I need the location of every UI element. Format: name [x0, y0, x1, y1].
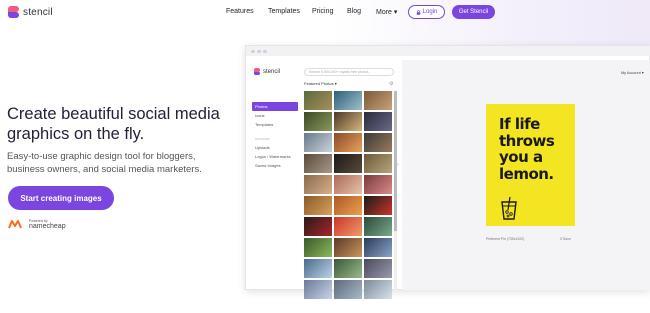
nav-link-blog[interactable]: Blog — [347, 8, 361, 15]
photo-thumbnail[interactable] — [334, 217, 362, 236]
sidebar-item-logos[interactable]: Logos / Watermarks — [252, 152, 298, 161]
gear-icon[interactable]: ⚙ — [389, 81, 393, 87]
photo-thumbnail[interactable] — [364, 259, 392, 278]
stencil-logo-icon — [254, 68, 260, 75]
photo-thumbnail[interactable] — [304, 196, 332, 215]
photo-thumbnail[interactable] — [364, 133, 392, 152]
photo-thumbnail[interactable] — [334, 154, 362, 173]
powered-by-namecheap[interactable]: Powered by namecheap — [8, 218, 66, 230]
nav-more-label: More — [376, 9, 392, 16]
hero-title: Create beautiful social media graphics o… — [7, 105, 220, 143]
photo-thumbnail[interactable] — [364, 280, 392, 299]
photo-thumbnail[interactable] — [304, 133, 332, 152]
chevron-right-icon[interactable]: › — [397, 162, 399, 168]
start-creating-button[interactable]: Start creating images — [8, 186, 114, 210]
save-count-label: 0 Save — [560, 237, 571, 241]
photo-thumbnail[interactable] — [334, 133, 362, 152]
photo-thumbnail[interactable] — [304, 217, 332, 236]
app-preview-window: stencil Search 5,000,000+ royalty free p… — [245, 45, 650, 299]
photo-thumbnail[interactable] — [304, 112, 332, 131]
photo-thumbnail[interactable] — [364, 154, 392, 173]
sidebar-item-saved-images[interactable]: Saved Images — [252, 161, 298, 170]
window-dot-icon — [251, 49, 255, 53]
app-logo-text: stencil — [263, 68, 281, 75]
nav-link-templates[interactable]: Templates — [268, 8, 300, 15]
sidebar-item-uploads[interactable]: Uploads — [252, 143, 298, 152]
namecheap-name: namecheap — [29, 223, 66, 230]
top-nav: stencil Features Templates Pricing Blog … — [0, 0, 650, 26]
window-dot-icon — [263, 49, 267, 53]
nav-more-dropdown[interactable]: More ▾ — [376, 8, 397, 16]
stencil-logo-icon — [8, 6, 19, 18]
namecheap-logo-icon — [8, 219, 22, 228]
my-account-dropdown[interactable]: My Account ▾ — [621, 70, 644, 75]
photo-thumbnail[interactable] — [334, 112, 362, 131]
featured-photos-dropdown[interactable]: Featured Photos ▾ — [304, 81, 337, 86]
photo-thumbnail[interactable] — [364, 217, 392, 236]
lemon-poster[interactable]: If life throws you a lemon. — [486, 104, 575, 226]
app-logo: stencil — [254, 68, 280, 75]
photo-thumbnail[interactable] — [364, 112, 392, 131]
photo-thumbnail[interactable] — [304, 154, 332, 173]
sidebar-item-photos[interactable]: Photos — [252, 102, 298, 111]
photo-grid-scroll-thumb[interactable] — [394, 91, 397, 231]
stencil-logo[interactable]: stencil — [8, 6, 53, 18]
login-label: Login — [422, 9, 438, 15]
lemonade-glass-icon — [501, 196, 517, 220]
photo-thumbnail[interactable] — [304, 280, 332, 299]
window-title-bar — [246, 46, 650, 56]
sidebar-item-icons[interactable]: Icons — [252, 111, 298, 120]
nav-link-pricing[interactable]: Pricing — [312, 8, 333, 15]
get-stencil-button[interactable]: Get Stencil — [452, 5, 495, 19]
photo-search-input[interactable]: Search 5,000,000+ royalty free photos — [304, 68, 394, 76]
photo-grid — [304, 91, 392, 299]
login-button[interactable]: Login — [408, 5, 445, 19]
photo-thumbnail[interactable] — [304, 259, 332, 278]
poster-text: If life throws you a lemon. — [499, 115, 555, 183]
photo-thumbnail[interactable] — [304, 175, 332, 194]
photo-thumbnail[interactable] — [334, 280, 362, 299]
photo-thumbnail[interactable] — [364, 175, 392, 194]
canvas-size-label: Pinterest Pin (735x1102) — [486, 237, 525, 241]
photo-thumbnail[interactable] — [304, 238, 332, 257]
chevron-down-icon: ▾ — [393, 9, 398, 16]
photo-thumbnail[interactable] — [334, 196, 362, 215]
sidebar-item-templates[interactable]: Templates — [252, 120, 298, 129]
photo-thumbnail[interactable] — [364, 91, 392, 110]
account-label: My Account — [621, 71, 641, 75]
photo-thumbnail[interactable] — [304, 91, 332, 110]
photo-thumbnail[interactable] — [334, 259, 362, 278]
photo-thumbnail[interactable] — [364, 238, 392, 257]
logo-text: stencil — [23, 6, 53, 18]
photo-thumbnail[interactable] — [334, 238, 362, 257]
window-dot-icon — [257, 49, 261, 53]
nav-link-features[interactable]: Features — [226, 8, 254, 15]
lock-icon — [416, 9, 420, 15]
hero-subtitle: Easy-to-use graphic design tool for blog… — [7, 151, 202, 175]
photo-thumbnail[interactable] — [334, 175, 362, 194]
page: stencil Features Templates Pricing Blog … — [0, 0, 650, 313]
featured-photos-label: Featured Photos — [304, 81, 334, 86]
app-sidebar: Photos Icons Templates ACCOUNT Uploads L… — [252, 102, 298, 170]
photo-thumbnail[interactable] — [334, 91, 362, 110]
photo-thumbnail[interactable] — [364, 196, 392, 215]
